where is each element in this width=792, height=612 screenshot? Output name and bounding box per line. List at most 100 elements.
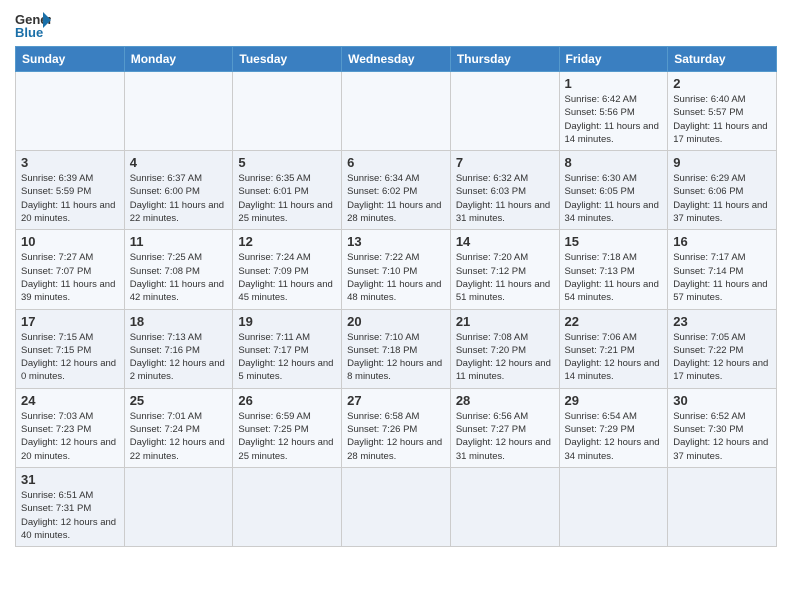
- day-info: Sunrise: 6:52 AMSunset: 7:30 PMDaylight:…: [673, 410, 771, 463]
- calendar-cell: 7Sunrise: 6:32 AMSunset: 6:03 PMDaylight…: [450, 151, 559, 230]
- day-number: 12: [238, 234, 336, 249]
- calendar-cell: 12Sunrise: 7:24 AMSunset: 7:09 PMDayligh…: [233, 230, 342, 309]
- calendar-cell: [16, 72, 125, 151]
- day-number: 15: [565, 234, 663, 249]
- day-number: 29: [565, 393, 663, 408]
- day-info: Sunrise: 6:35 AMSunset: 6:01 PMDaylight:…: [238, 172, 336, 225]
- day-info: Sunrise: 6:54 AMSunset: 7:29 PMDaylight:…: [565, 410, 663, 463]
- calendar-cell: [342, 467, 451, 546]
- calendar-cell: 14 Sunrise: 7:20 AMSunset: 7:12 PMDayligh…: [450, 230, 559, 309]
- header-row: SundayMondayTuesdayWednesdayThursdayFrid…: [16, 47, 777, 72]
- day-number: 19: [238, 314, 336, 329]
- day-number: 8: [565, 155, 663, 170]
- week-row-1: 1 Sunrise: 6:42 AMSunset: 5:56 PMDaylight…: [16, 72, 777, 151]
- day-number: 26: [238, 393, 336, 408]
- logo-icon: General Blue: [15, 10, 51, 40]
- calendar-cell: 25Sunrise: 7:01 AMSunset: 7:24 PMDayligh…: [124, 388, 233, 467]
- calendar-cell: 16 Sunrise: 7:17 AMSunset: 7:14 PMDayligh…: [668, 230, 777, 309]
- week-row-4: 17Sunrise: 7:15 AMSunset: 7:15 PMDayligh…: [16, 309, 777, 388]
- calendar-cell: 1 Sunrise: 6:42 AMSunset: 5:56 PMDaylight…: [559, 72, 668, 151]
- day-number: 9: [673, 155, 771, 170]
- calendar-cell: [559, 467, 668, 546]
- header-day-thursday: Thursday: [450, 47, 559, 72]
- day-info: Sunrise: 6:37 AMSunset: 6:00 PMDaylight:…: [130, 172, 228, 225]
- day-number: 6: [347, 155, 445, 170]
- calendar-cell: [450, 467, 559, 546]
- day-number: 22: [565, 314, 663, 329]
- day-number: 7: [456, 155, 554, 170]
- day-info: Sunrise: 6:42 AMSunset: 5:56 PMDaylight:…: [565, 93, 663, 146]
- header-day-tuesday: Tuesday: [233, 47, 342, 72]
- day-info: Sunrise: 7:06 AMSunset: 7:21 PMDaylight:…: [565, 331, 663, 384]
- day-info: Sunrise: 6:51 AMSunset: 7:31 PMDaylight:…: [21, 489, 119, 542]
- calendar-cell: [124, 72, 233, 151]
- calendar-cell: 26 Sunrise: 6:59 AMSunset: 7:25 PMDayligh…: [233, 388, 342, 467]
- calendar-cell: [233, 467, 342, 546]
- calendar-cell: [124, 467, 233, 546]
- day-info: Sunrise: 7:11 AMSunset: 7:17 PMDaylight:…: [238, 331, 336, 384]
- day-number: 3: [21, 155, 119, 170]
- day-info: Sunrise: 6:34 AMSunset: 6:02 PMDaylight:…: [347, 172, 445, 225]
- logo: General Blue: [15, 10, 51, 40]
- day-number: 27: [347, 393, 445, 408]
- day-info: Sunrise: 7:18 AMSunset: 7:13 PMDaylight:…: [565, 251, 663, 304]
- day-number: 18: [130, 314, 228, 329]
- calendar-cell: 15 Sunrise: 7:18 AMSunset: 7:13 PMDayligh…: [559, 230, 668, 309]
- day-number: 1: [565, 76, 663, 91]
- day-number: 30: [673, 393, 771, 408]
- day-number: 10: [21, 234, 119, 249]
- day-info: Sunrise: 7:13 AMSunset: 7:16 PMDaylight:…: [130, 331, 228, 384]
- day-number: 2: [673, 76, 771, 91]
- header-day-sunday: Sunday: [16, 47, 125, 72]
- calendar-cell: 2Sunrise: 6:40 AMSunset: 5:57 PMDaylight…: [668, 72, 777, 151]
- svg-text:Blue: Blue: [15, 25, 43, 40]
- week-row-3: 10 Sunrise: 7:27 AMSunset: 7:07 PMDayligh…: [16, 230, 777, 309]
- calendar-cell: 5 Sunrise: 6:35 AMSunset: 6:01 PMDaylight…: [233, 151, 342, 230]
- week-row-2: 3Sunrise: 6:39 AMSunset: 5:59 PMDaylight…: [16, 151, 777, 230]
- header-day-monday: Monday: [124, 47, 233, 72]
- calendar-cell: 18 Sunrise: 7:13 AMSunset: 7:16 PMDayligh…: [124, 309, 233, 388]
- calendar-cell: 11 Sunrise: 7:25 AMSunset: 7:08 PMDayligh…: [124, 230, 233, 309]
- day-info: Sunrise: 6:59 AMSunset: 7:25 PMDaylight:…: [238, 410, 336, 463]
- day-info: Sunrise: 7:25 AMSunset: 7:08 PMDaylight:…: [130, 251, 228, 304]
- calendar-cell: 6 Sunrise: 6:34 AMSunset: 6:02 PMDaylight…: [342, 151, 451, 230]
- day-number: 16: [673, 234, 771, 249]
- calendar-cell: 20Sunrise: 7:10 AMSunset: 7:18 PMDayligh…: [342, 309, 451, 388]
- day-info: Sunrise: 7:05 AMSunset: 7:22 PMDaylight:…: [673, 331, 771, 384]
- day-info: Sunrise: 6:58 AMSunset: 7:26 PMDaylight:…: [347, 410, 445, 463]
- calendar-cell: 23Sunrise: 7:05 AMSunset: 7:22 PMDayligh…: [668, 309, 777, 388]
- day-info: Sunrise: 7:27 AMSunset: 7:07 PMDaylight:…: [21, 251, 119, 304]
- calendar-cell: 19 Sunrise: 7:11 AMSunset: 7:17 PMDayligh…: [233, 309, 342, 388]
- day-number: 11: [130, 234, 228, 249]
- day-info: Sunrise: 7:03 AMSunset: 7:23 PMDaylight:…: [21, 410, 119, 463]
- day-info: Sunrise: 7:01 AMSunset: 7:24 PMDaylight:…: [130, 410, 228, 463]
- day-info: Sunrise: 7:10 AMSunset: 7:18 PMDaylight:…: [347, 331, 445, 384]
- day-info: Sunrise: 6:29 AMSunset: 6:06 PMDaylight:…: [673, 172, 771, 225]
- day-number: 14: [456, 234, 554, 249]
- day-number: 28: [456, 393, 554, 408]
- day-number: 4: [130, 155, 228, 170]
- calendar-cell: 4 Sunrise: 6:37 AMSunset: 6:00 PMDaylight…: [124, 151, 233, 230]
- calendar-cell: 21Sunrise: 7:08 AMSunset: 7:20 PMDayligh…: [450, 309, 559, 388]
- day-info: Sunrise: 7:20 AMSunset: 7:12 PMDaylight:…: [456, 251, 554, 304]
- day-number: 13: [347, 234, 445, 249]
- day-number: 31: [21, 472, 119, 487]
- calendar-cell: [668, 467, 777, 546]
- day-info: Sunrise: 6:30 AMSunset: 6:05 PMDaylight:…: [565, 172, 663, 225]
- calendar-cell: [450, 72, 559, 151]
- day-info: Sunrise: 7:15 AMSunset: 7:15 PMDaylight:…: [21, 331, 119, 384]
- calendar-cell: 17Sunrise: 7:15 AMSunset: 7:15 PMDayligh…: [16, 309, 125, 388]
- calendar-cell: [342, 72, 451, 151]
- day-number: 5: [238, 155, 336, 170]
- calendar-cell: 9 Sunrise: 6:29 AMSunset: 6:06 PMDaylight…: [668, 151, 777, 230]
- calendar-cell: [233, 72, 342, 151]
- calendar-cell: 3Sunrise: 6:39 AMSunset: 5:59 PMDaylight…: [16, 151, 125, 230]
- calendar-cell: 29 Sunrise: 6:54 AMSunset: 7:29 PMDayligh…: [559, 388, 668, 467]
- day-info: Sunrise: 7:17 AMSunset: 7:14 PMDaylight:…: [673, 251, 771, 304]
- calendar-cell: 8 Sunrise: 6:30 AMSunset: 6:05 PMDaylight…: [559, 151, 668, 230]
- header: General Blue: [15, 10, 777, 40]
- header-day-saturday: Saturday: [668, 47, 777, 72]
- calendar-cell: 22 Sunrise: 7:06 AMSunset: 7:21 PMDayligh…: [559, 309, 668, 388]
- day-number: 21: [456, 314, 554, 329]
- day-number: 24: [21, 393, 119, 408]
